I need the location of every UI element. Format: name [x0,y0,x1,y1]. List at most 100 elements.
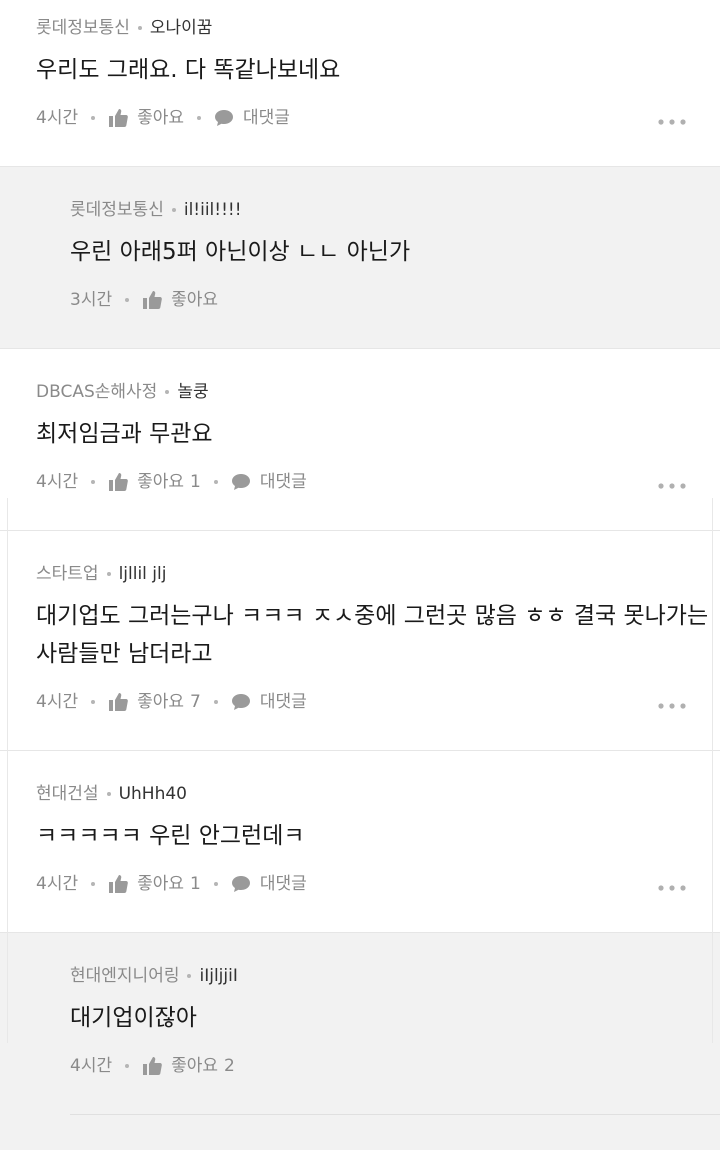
comment-meta: 현대건설 UhHh40 [36,783,187,805]
more-options-button[interactable] [658,118,686,130]
comment-item: 롯데정보통신 오나이꿈 우리도 그래요. 다 똑같나보네요 4시간 좋아요 대댓글 [0,0,720,167]
reply-label: 대댓글 [259,692,307,712]
speech-bubble-icon [231,876,250,892]
separator-dot [213,700,218,704]
author-company[interactable]: 현대엔지니어링 [70,966,179,986]
comment-text: 우리도 그래요. 다 똑같나보네요 [36,57,341,83]
comment-feed: 롯데정보통신 오나이꿈 우리도 그래요. 다 똑같나보네요 4시간 좋아요 대댓글… [0,0,720,1150]
reply-button[interactable]: 대댓글 [214,106,290,130]
author-company[interactable]: 롯데정보통신 [70,200,164,220]
like-label: 좋아요 [137,108,185,128]
comment-time: 4시간 [70,1056,113,1076]
comment-time: 4시간 [36,692,79,712]
meta-separator-dot [106,572,111,576]
more-dots-icon [658,483,686,489]
like-label: 좋아요 [137,472,185,492]
like-button[interactable]: 좋아요 7 [108,690,201,714]
separator-dot [125,1064,130,1068]
comment-actions: 4시간 좋아요 2 [70,1054,235,1078]
author-nickname[interactable]: 놀쿵 [177,382,208,402]
more-dots-icon [658,885,686,891]
left-edge-line [7,498,8,1043]
thumbs-up-icon [109,109,128,127]
comment-time: 3시간 [70,290,113,310]
like-button[interactable]: 좋아요 1 [108,470,201,494]
like-label: 좋아요 [137,874,185,894]
author-nickname[interactable]: UhHh40 [119,784,187,804]
more-options-button[interactable] [658,702,686,714]
comment-meta: 롯데정보통신 오나이꿈 [36,17,212,39]
thumbs-up-icon [143,291,162,309]
right-edge-line [712,498,713,1043]
separator-dot [91,480,96,484]
reply-button[interactable]: 대댓글 [231,872,307,896]
author-company[interactable]: 현대건설 [36,784,99,804]
author-company[interactable]: 롯데정보통신 [36,18,130,38]
reply-button[interactable]: 대댓글 [231,470,307,494]
meta-separator-dot [187,974,192,978]
reply-label: 대댓글 [259,472,307,492]
like-count: 2 [224,1056,235,1076]
reply-comment-item: 현대엔지니어링 iIjljjiI 대기업이잖아 4시간 좋아요 2 [0,933,720,1150]
meta-separator-dot [165,390,170,394]
author-company[interactable]: DBCAS손해사정 [36,382,157,402]
comment-text: ㅋㅋㅋㅋㅋ 우린 안그런데ㅋ [36,823,305,849]
comment-meta: 스타트업 ljllil jlj [36,563,166,585]
comment-text-line: 대기업도 그러는구나 ㅋㅋㅋ ㅈㅅ중에 그런곳 많음 ㅎㅎ 결국 못나가는 [36,603,709,629]
author-nickname[interactable]: iIjljjiI [199,966,237,986]
separator-dot [91,700,96,704]
separator-dot [213,882,218,886]
speech-bubble-icon [231,694,250,710]
author-nickname[interactable]: il!iil!!!! [184,200,242,220]
speech-bubble-icon [215,110,234,126]
comment-item: DBCAS손해사정 놀쿵 최저임금과 무관요 4시간 좋아요 1 대댓글 [0,349,720,531]
comment-item: 스타트업 ljllil jlj 대기업도 그러는구나 ㅋㅋㅋ ㅈㅅ중에 그런곳 많… [0,531,720,751]
thumbs-up-icon [109,875,128,893]
comment-meta: 롯데정보통신 il!iil!!!! [70,199,242,221]
thumbs-up-icon [109,473,128,491]
author-company[interactable]: 스타트업 [36,564,99,584]
comment-actions: 3시간 좋아요 [70,288,218,312]
separator-dot [213,480,218,484]
meta-separator-dot [106,792,111,796]
like-button[interactable]: 좋아요 [142,288,218,312]
meta-separator-dot [171,208,176,212]
reply-label: 대댓글 [259,874,307,894]
like-count: 1 [190,874,201,894]
separator-dot [91,116,96,120]
like-button[interactable]: 좋아요 2 [142,1054,235,1078]
comment-text: 우린 아래5퍼 아닌이상 ㄴㄴ 아닌가 [70,239,411,265]
comment-meta: DBCAS손해사정 놀쿵 [36,381,209,403]
thumbs-up-icon [143,1057,162,1075]
like-count: 1 [190,472,201,492]
comment-item: 현대건설 UhHh40 ㅋㅋㅋㅋㅋ 우린 안그런데ㅋ 4시간 좋아요 1 대댓글 [0,751,720,933]
comment-text-line: 사람들만 남더라고 [36,641,213,667]
like-button[interactable]: 좋아요 1 [108,872,201,896]
more-options-button[interactable] [658,482,686,494]
comment-text: 최저임금과 무관요 [36,421,213,447]
thumbs-up-icon [109,693,128,711]
reply-label: 대댓글 [243,108,290,128]
more-dots-icon [658,119,686,125]
reply-divider [70,1114,720,1115]
like-count: 7 [190,692,201,712]
reply-comment-item: 롯데정보통신 il!iil!!!! 우린 아래5퍼 아닌이상 ㄴㄴ 아닌가 3시간… [0,167,720,349]
like-label: 좋아요 [171,290,219,310]
comment-time: 4시간 [36,874,79,894]
like-label: 좋아요 [171,1056,219,1076]
like-button[interactable]: 좋아요 [108,106,184,130]
comment-meta: 현대엔지니어링 iIjljjiI [70,965,238,987]
separator-dot [125,298,130,302]
meta-separator-dot [137,26,142,30]
comment-actions: 4시간 좋아요 7 대댓글 [36,690,307,714]
reply-button[interactable]: 대댓글 [231,690,307,714]
author-nickname[interactable]: 오나이꿈 [150,18,213,38]
like-label: 좋아요 [137,692,185,712]
comment-actions: 4시간 좋아요 1 대댓글 [36,872,307,896]
more-options-button[interactable] [658,884,686,896]
author-nickname[interactable]: ljllil jlj [119,564,167,584]
separator-dot [197,116,202,120]
more-dots-icon [658,703,686,709]
comment-actions: 4시간 좋아요 대댓글 [36,106,290,130]
separator-dot [91,882,96,886]
